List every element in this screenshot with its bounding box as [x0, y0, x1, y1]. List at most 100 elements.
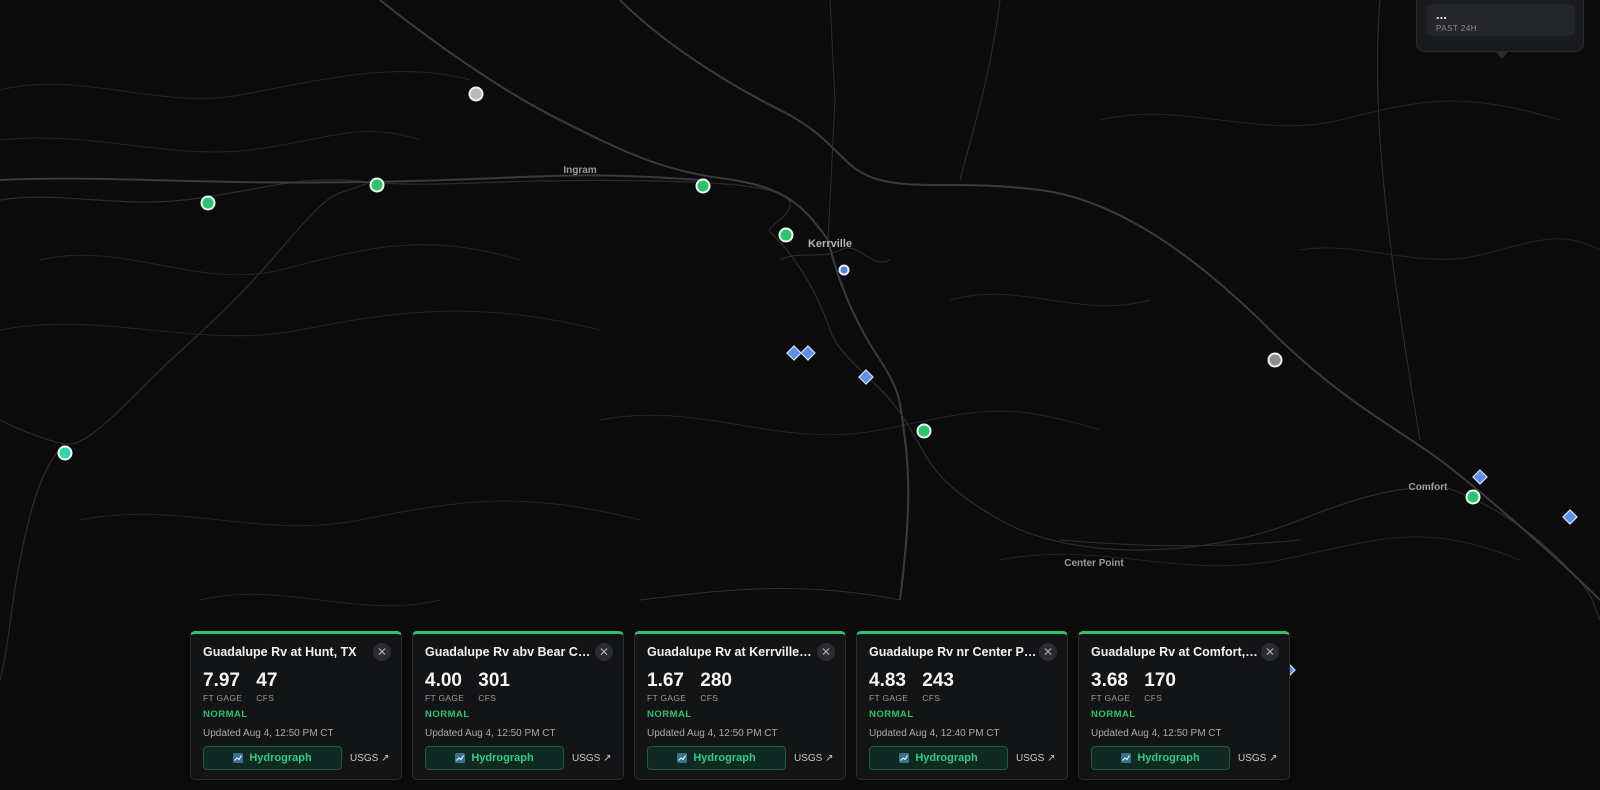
gage-unit: FT GAGE	[425, 693, 465, 703]
gage-metric: 4.83 FT GAGE	[869, 670, 909, 704]
gage-metric: 4.00 FT GAGE	[425, 670, 465, 704]
summary-panel: ... PAST 24H	[1416, 0, 1584, 52]
hydrograph-label: Hydrograph	[249, 752, 312, 764]
status-badge: NORMAL	[1091, 709, 1136, 720]
gauge-card-title: Guadalupe Rv nr Center Point	[869, 645, 1037, 659]
gauge-card-title: Guadalupe Rv at Hunt, TX	[203, 645, 357, 659]
gauge-metrics: 1.67 FT GAGE 280 CFS	[647, 670, 833, 704]
status-badge: NORMAL	[203, 709, 248, 720]
hydrograph-button[interactable]: Hydrograph	[203, 746, 342, 770]
gauge-metrics: 3.68 FT GAGE 170 CFS	[1091, 670, 1277, 704]
gauge-card[interactable]: Guadalupe Rv nr Center Point ✕ 4.83 FT G…	[856, 631, 1068, 780]
close-icon[interactable]: ✕	[595, 643, 613, 661]
card-actions: Hydrograph USGS ↗	[1091, 746, 1279, 770]
gage-value: 3.68	[1091, 670, 1128, 691]
gauge-marker-offline[interactable]	[1267, 352, 1283, 368]
gauge-marker[interactable]	[369, 177, 385, 193]
gage-metric: 3.68 FT GAGE	[1091, 670, 1131, 704]
gauge-marker-teal[interactable]	[57, 445, 73, 461]
card-actions: Hydrograph USGS ↗	[203, 746, 391, 770]
flow-unit: CFS	[256, 693, 275, 703]
gauge-marker[interactable]	[695, 178, 711, 194]
gauge-marker[interactable]	[1465, 489, 1481, 505]
gauge-marker-offline[interactable]	[468, 86, 484, 102]
hydrograph-button[interactable]: Hydrograph	[869, 746, 1008, 770]
gage-unit: FT GAGE	[1091, 693, 1131, 703]
place-label-ingram: Ingram	[563, 165, 596, 176]
flow-metric: 301 CFS	[478, 670, 510, 704]
flow-metric: 280 CFS	[700, 670, 732, 704]
gage-value: 1.67	[647, 670, 684, 691]
updated-timestamp: Updated Aug 4, 12:50 PM CT	[647, 728, 778, 739]
hydrograph-button[interactable]: Hydrograph	[1091, 746, 1230, 770]
flow-metric: 170 CFS	[1144, 670, 1176, 704]
gauge-card[interactable]: Guadalupe Rv at Kerrville, TX ✕ 1.67 FT …	[634, 631, 846, 780]
summary-period: PAST 24H	[1436, 24, 1478, 33]
chart-icon	[1121, 753, 1132, 763]
chart-icon	[233, 753, 244, 763]
gauge-card[interactable]: Guadalupe Rv abv Bear Creek ✕ 4.00 FT GA…	[412, 631, 624, 780]
gauge-marker[interactable]	[916, 423, 932, 439]
flow-metric: 243 CFS	[922, 670, 954, 704]
usgs-link[interactable]: USGS ↗	[572, 753, 612, 764]
flow-unit: CFS	[922, 693, 941, 703]
gage-value: 7.97	[203, 670, 240, 691]
summary-caret	[1496, 52, 1508, 59]
gage-metric: 7.97 FT GAGE	[203, 670, 243, 704]
flow-metric: 47 CFS	[256, 670, 278, 704]
gauge-metrics: 4.00 FT GAGE 301 CFS	[425, 670, 611, 704]
status-badge: NORMAL	[425, 709, 470, 720]
gauge-card[interactable]: Guadalupe Rv at Hunt, TX ✕ 7.97 FT GAGE …	[190, 631, 402, 780]
flow-unit: CFS	[1144, 693, 1163, 703]
chart-icon	[677, 753, 688, 763]
close-icon[interactable]: ✕	[1039, 643, 1057, 661]
chart-icon	[455, 753, 466, 763]
summary-value: ...	[1436, 7, 1447, 22]
status-badge: NORMAL	[869, 709, 914, 720]
gage-unit: FT GAGE	[869, 693, 909, 703]
card-actions: Hydrograph USGS ↗	[425, 746, 613, 770]
gauge-card-strip: Guadalupe Rv at Hunt, TX ✕ 7.97 FT GAGE …	[190, 631, 1290, 780]
gage-unit: FT GAGE	[647, 693, 687, 703]
summary-tile[interactable]: ... PAST 24H	[1427, 4, 1575, 36]
close-icon[interactable]: ✕	[817, 643, 835, 661]
flow-value: 301	[478, 670, 510, 691]
gauge-card-title: Guadalupe Rv at Kerrville, TX	[647, 645, 815, 659]
flow-value: 280	[700, 670, 732, 691]
usgs-link[interactable]: USGS ↗	[1238, 753, 1278, 764]
gauge-card-title: Guadalupe Rv abv Bear Creek	[425, 645, 593, 659]
hydrograph-button[interactable]: Hydrograph	[647, 746, 786, 770]
close-icon[interactable]: ✕	[1261, 643, 1279, 661]
updated-timestamp: Updated Aug 4, 12:50 PM CT	[203, 728, 334, 739]
gauge-metrics: 4.83 FT GAGE 243 CFS	[869, 670, 1055, 704]
place-label-kerrville: Kerrville	[808, 238, 852, 250]
hydrograph-label: Hydrograph	[693, 752, 756, 764]
hydrograph-label: Hydrograph	[471, 752, 534, 764]
location-marker[interactable]	[838, 264, 850, 276]
status-badge: NORMAL	[647, 709, 692, 720]
gage-value: 4.00	[425, 670, 462, 691]
flow-value: 243	[922, 670, 954, 691]
chart-icon	[899, 753, 910, 763]
gauge-marker[interactable]	[200, 195, 216, 211]
hydrograph-button[interactable]: Hydrograph	[425, 746, 564, 770]
gauge-card-title: Guadalupe Rv at Comfort, TX	[1091, 645, 1259, 659]
usgs-link[interactable]: USGS ↗	[350, 753, 390, 764]
flow-unit: CFS	[700, 693, 719, 703]
gage-value: 4.83	[869, 670, 906, 691]
close-icon[interactable]: ✕	[373, 643, 391, 661]
gauge-marker[interactable]	[778, 227, 794, 243]
gage-metric: 1.67 FT GAGE	[647, 670, 687, 704]
updated-timestamp: Updated Aug 4, 12:50 PM CT	[1091, 728, 1222, 739]
usgs-link[interactable]: USGS ↗	[794, 753, 834, 764]
flow-value: 170	[1144, 670, 1176, 691]
gauge-card[interactable]: Guadalupe Rv at Comfort, TX ✕ 3.68 FT GA…	[1078, 631, 1290, 780]
place-label-center-point: Center Point	[1064, 558, 1124, 569]
usgs-link[interactable]: USGS ↗	[1016, 753, 1056, 764]
card-actions: Hydrograph USGS ↗	[869, 746, 1057, 770]
gage-unit: FT GAGE	[203, 693, 243, 703]
flow-unit: CFS	[478, 693, 497, 703]
place-label-comfort: Comfort	[1409, 482, 1449, 493]
flow-value: 47	[256, 670, 278, 691]
updated-timestamp: Updated Aug 4, 12:50 PM CT	[425, 728, 556, 739]
